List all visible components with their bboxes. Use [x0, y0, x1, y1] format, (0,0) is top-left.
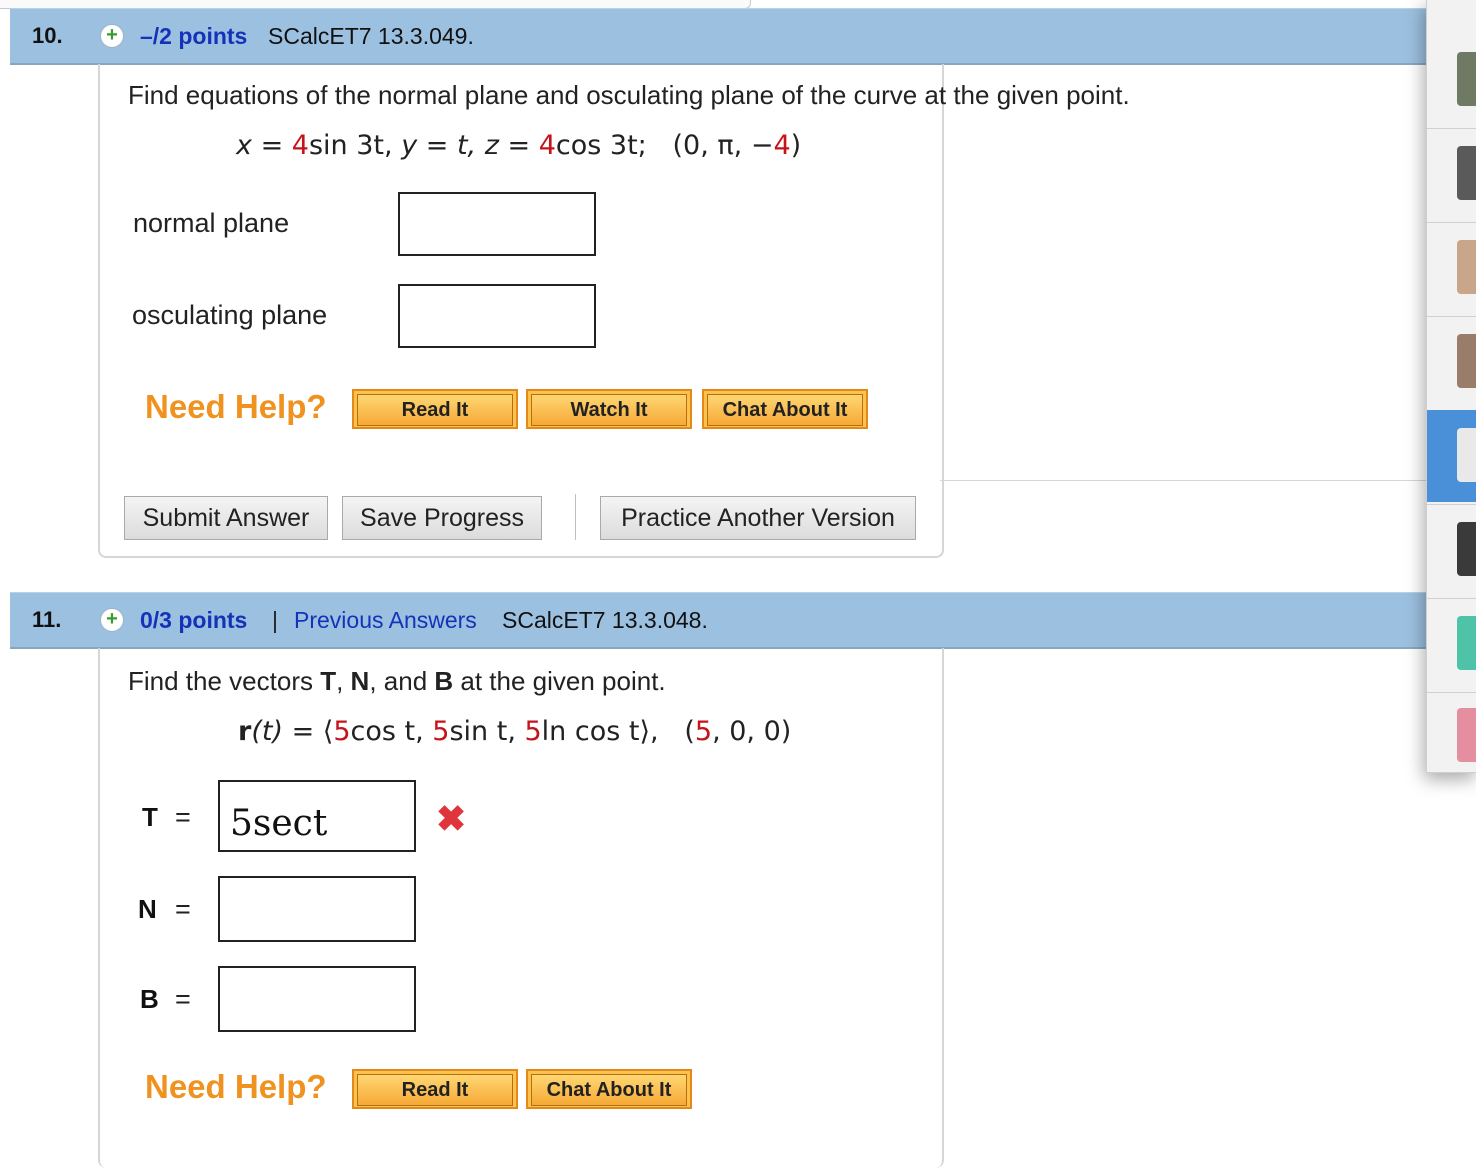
points-link[interactable]: –/2 points	[140, 23, 247, 50]
divider	[1427, 128, 1476, 129]
expand-plus-icon[interactable]: +	[100, 24, 124, 48]
normal-plane-input[interactable]	[398, 192, 596, 256]
t-label: T	[142, 802, 158, 832]
chat-about-it-button[interactable]: Chat About It	[702, 389, 868, 429]
divider	[1427, 598, 1476, 599]
submit-answer-button[interactable]: Submit Answer	[124, 496, 328, 540]
divider	[1427, 504, 1476, 505]
b-label: B	[140, 984, 159, 1014]
question-header: 10. + –/2 points SCalcET7 13.3.049.	[10, 8, 1430, 65]
question-code: SCalcET7 13.3.049.	[268, 23, 474, 49]
n-vector-input[interactable]	[218, 876, 416, 942]
osculating-plane-label: osculating plane	[132, 300, 328, 330]
read-it-button[interactable]: Read It	[352, 1069, 518, 1109]
osculating-plane-input[interactable]	[398, 284, 596, 348]
divider	[1427, 316, 1476, 317]
photo-thumb-icon[interactable]	[1457, 146, 1476, 200]
t-vector-input[interactable]: 5sect	[218, 780, 416, 852]
question-header: 11. + 0/3 points | Previous Answers SCal…	[10, 592, 1430, 649]
b-vector-input[interactable]	[218, 966, 416, 1032]
avatar-icon[interactable]	[1457, 428, 1476, 482]
need-help-label: Need Help?	[145, 1068, 327, 1105]
incorrect-x-icon: ✖	[436, 798, 467, 839]
question-prompt: Find the vectors T, N, and B at the give…	[128, 666, 666, 696]
chat-about-it-button[interactable]: Chat About It	[526, 1069, 692, 1109]
button-divider	[575, 494, 576, 540]
points-link[interactable]: 0/3 points	[140, 607, 247, 634]
question-number: 10.	[32, 23, 63, 48]
curve-formula: x = 4sin 3t, y = t, z = 4cos 3t; (0, π, …	[236, 130, 802, 161]
divider	[1427, 692, 1476, 693]
need-help-label: Need Help?	[145, 388, 327, 425]
normal-plane-label: normal plane	[133, 208, 290, 238]
avatar-icon[interactable]	[1457, 522, 1476, 576]
equals-sign: =	[175, 894, 191, 924]
expand-plus-icon[interactable]: +	[100, 608, 124, 632]
avatar-icon[interactable]	[1457, 708, 1476, 762]
n-label: N	[138, 894, 157, 924]
photo-thumb-icon[interactable]	[1457, 52, 1476, 106]
save-progress-button[interactable]: Save Progress	[342, 496, 542, 540]
avatar-icon[interactable]	[1457, 240, 1476, 294]
equals-sign: =	[175, 984, 191, 1014]
divider	[1427, 222, 1476, 223]
watch-it-button[interactable]: Watch It	[526, 389, 692, 429]
avatar-icon[interactable]	[1457, 334, 1476, 388]
question-code: SCalcET7 13.3.048.	[502, 607, 708, 633]
question-prompt: Find equations of the normal plane and o…	[128, 80, 1130, 110]
previous-answers-link[interactable]: Previous Answers	[294, 607, 477, 634]
vector-formula: r(t) = ⟨5cos t, 5sin t, 5ln cos t⟩, (5, …	[238, 716, 792, 747]
equals-sign: =	[175, 802, 191, 832]
read-it-button[interactable]: Read It	[352, 389, 518, 429]
header-separator: |	[272, 607, 278, 633]
side-panel	[1426, 0, 1476, 773]
action-bar-border	[940, 480, 1426, 481]
question-number: 11.	[32, 607, 62, 632]
practice-another-version-button[interactable]: Practice Another Version	[600, 496, 916, 540]
avatar-icon[interactable]	[1457, 616, 1476, 670]
